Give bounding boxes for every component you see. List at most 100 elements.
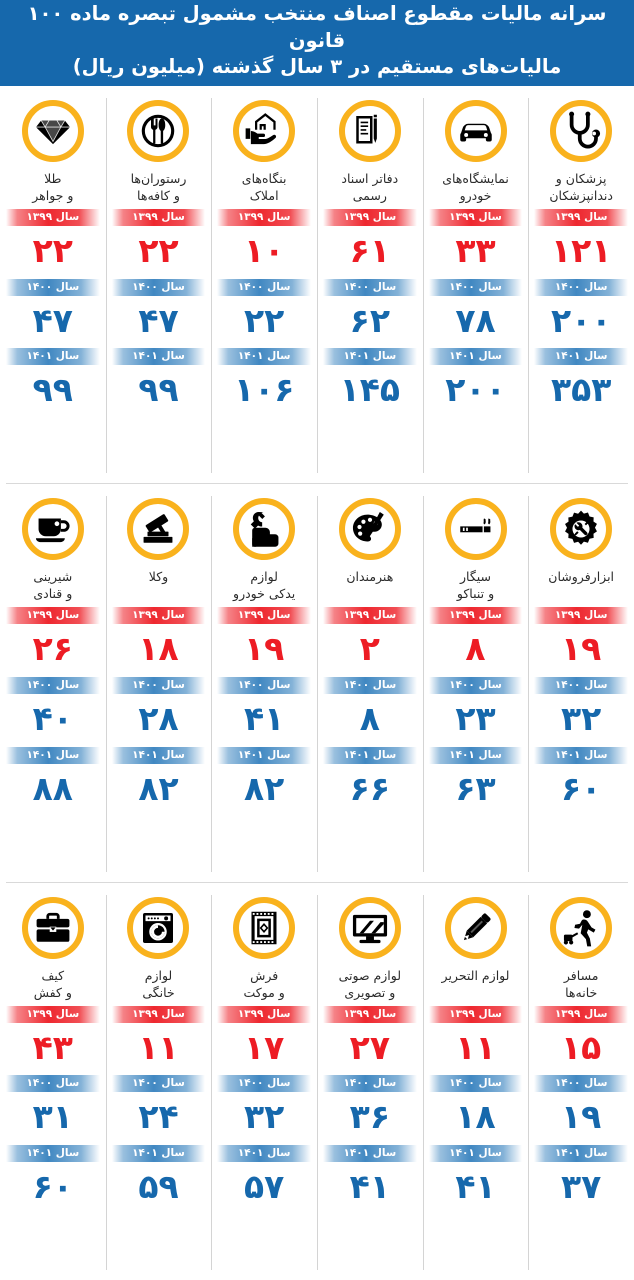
card-row: ابزارفروشان سال ۱۳۹۹ ۱۹ سال ۱۴۰۰ ۳۲ سال ۱۴۰۱ ۶… [0, 484, 634, 881]
stat-1400: سال ۱۴۰۰ ۴۰ [3, 675, 103, 745]
value-1399: ۱۱ [455, 1027, 496, 1067]
value-1400: ۳۲ [244, 1097, 285, 1137]
year-badge-1399: سال ۱۳۹۹ [111, 607, 206, 625]
category-card[interactable]: سیگار و تنباکو سال ۱۳۹۹ ۸ سال ۱۴۰۰ ۲۳ سال ۱۴۰… [422, 492, 529, 877]
value-1399: ۱۵ [561, 1027, 602, 1067]
year-badge-1401: سال ۱۴۰۱ [217, 348, 311, 366]
category-card[interactable]: مسافر خانه‌ها سال ۱۳۹۹ ۱۵ سال ۱۴۰۰ ۱۹ سال ۱۴۰… [528, 891, 634, 1276]
year-badge-1400: سال ۱۴۰۰ [111, 1075, 206, 1093]
year-badge-1401: سال ۱۴۰۱ [111, 348, 206, 366]
year-badge-1400: سال ۱۴۰۰ [5, 676, 100, 694]
year-badge-1400: سال ۱۴۰۰ [322, 1075, 417, 1093]
category-card[interactable]: لوازم صوتی و تصویری سال ۱۳۹۹ ۲۷ سال ۱۴۰۰ ۳۶ س… [316, 891, 423, 1276]
category-label: هنرمندان [346, 569, 394, 585]
stat-1399: سال ۱۳۹۹ ۲۲ [3, 207, 103, 277]
year-badge-1401: سال ۱۴۰۱ [217, 746, 311, 764]
year-badge-1401: سال ۱۴۰۱ [322, 746, 417, 764]
category-card[interactable]: دفاتر اسناد رسمی سال ۱۳۹۹ ۶۱ سال ۱۴۰۰ ۶۲ سال … [316, 94, 423, 479]
stat-1401: سال ۱۴۰۱ ۶۰ [3, 1143, 103, 1213]
header-banner: سرانه مالیات مقطوع اصناف منتخب مشمول تبص… [0, 0, 634, 86]
category-card[interactable]: هنرمندان سال ۱۳۹۹ ۲ سال ۱۴۰۰ ۸ سال ۱۴۰۱ ۶۶ [316, 492, 423, 877]
stat-1399: سال ۱۳۹۹ ۲ [320, 605, 420, 675]
category-card[interactable]: طلا و جواهر سال ۱۳۹۹ ۲۲ سال ۱۴۰۰ ۴۷ سال ۱۴۰۱ ۹… [0, 94, 106, 479]
year-badge-1399: سال ۱۳۹۹ [217, 209, 311, 226]
card-row: پزشکان و دندانپزشکان سال ۱۳۹۹ ۱۲۱ سال ۱۴۰۰ ۲… [0, 86, 634, 483]
value-1399: ۲۷ [349, 1027, 391, 1067]
value-1400: ۱۸ [455, 1097, 496, 1137]
value-1399: ۴۳ [32, 1027, 74, 1067]
stat-1401: سال ۱۴۰۱ ۶۳ [426, 745, 526, 815]
year-badge-1401: سال ۱۴۰۱ [111, 746, 206, 764]
stat-1401: سال ۱۴۰۱ ۹۹ [109, 346, 209, 416]
value-1401: ۱۰۶ [233, 370, 295, 410]
gear-tools-icon [550, 498, 613, 561]
stat-1399: سال ۱۳۹۹ ۸ [426, 605, 526, 675]
stat-1401: سال ۱۴۰۱ ۶۰ [531, 745, 631, 815]
stat-1400: سال ۱۴۰۰ ۲۳ [426, 675, 526, 745]
stat-1401: سال ۱۴۰۱ ۸۸ [3, 745, 103, 815]
category-card[interactable]: لوازم التحریر سال ۱۳۹۹ ۱۱ سال ۱۴۰۰ ۱۸ سال ۱۴۰… [422, 891, 529, 1276]
cutlery-icon [127, 100, 190, 162]
year-badge-1401: سال ۱۴۰۱ [322, 348, 417, 366]
category-card[interactable]: لوازم خانگی سال ۱۳۹۹ ۱۱ سال ۱۴۰۰ ۲۴ سال ۱۴۰۱ ۵… [105, 891, 212, 1276]
traveler-icon [550, 896, 613, 959]
year-badge-1401: سال ۱۴۰۱ [5, 1144, 100, 1162]
wrench-hand-icon [233, 498, 296, 561]
stat-1399: سال ۱۳۹۹ ۴۳ [3, 1004, 103, 1074]
year-badge-1400: سال ۱۴۰۰ [534, 1075, 629, 1093]
category-card[interactable]: لوازم یدکی خودرو سال ۱۳۹۹ ۱۹ سال ۱۴۰۰ ۴۱ سال … [211, 492, 317, 877]
value-1399: ۲۲ [32, 231, 74, 270]
category-card[interactable]: رستوران‌ها و کافه‌ها سال ۱۳۹۹ ۲۲ سال ۱۴۰۰ ۴۷… [105, 94, 212, 479]
category-card[interactable]: نمایشگاه‌های خودرو سال ۱۳۹۹ ۳۳ سال ۱۴۰۰ ۷۸ سا… [422, 94, 529, 479]
value-1401: ۸۲ [138, 768, 179, 808]
stat-1401: سال ۱۴۰۱ ۲۰۰ [426, 346, 526, 416]
value-1400: ۴۷ [138, 300, 179, 340]
category-card[interactable]: فرش و موکت سال ۱۳۹۹ ۱۷ سال ۱۴۰۰ ۳۲ سال ۱۴۰۱ ۵۷ [211, 891, 317, 1276]
category-card[interactable]: وکلا سال ۱۳۹۹ ۱۸ سال ۱۴۰۰ ۲۸ سال ۱۴۰۱ ۸۲ [105, 492, 212, 877]
value-1399: ۱۲۱ [550, 231, 612, 270]
stat-1400: سال ۱۴۰۰ ۳۲ [214, 1073, 314, 1143]
year-badge-1400: سال ۱۴۰۰ [111, 676, 206, 694]
category-card[interactable]: شیرینی و قنادی سال ۱۳۹۹ ۲۶ سال ۱۴۰۰ ۴۰ سال ۱۴… [0, 492, 106, 877]
stat-1401: سال ۱۴۰۱ ۸۲ [109, 745, 209, 815]
stat-1399: سال ۱۳۹۹ ۱۵ [531, 1004, 631, 1074]
category-label: کیف و کفش [33, 967, 72, 1000]
category-label: دفاتر اسناد رسمی [341, 171, 399, 203]
briefcase-icon [21, 896, 84, 959]
year-badge-1400: سال ۱۴۰۰ [534, 676, 629, 694]
value-1400: ۴۱ [244, 698, 285, 738]
category-card[interactable]: بنگاه‌های املاک سال ۱۳۹۹ ۱۰ سال ۱۴۰۰ ۲۲ سال ۱… [211, 94, 317, 479]
year-badge-1400: سال ۱۴۰۰ [428, 1075, 523, 1093]
category-card[interactable]: پزشکان و دندانپزشکان سال ۱۳۹۹ ۱۲۱ سال ۱۴۰۰ ۲… [528, 94, 634, 479]
year-badge-1400: سال ۱۴۰۰ [534, 278, 629, 296]
value-1401: ۵۹ [138, 1166, 179, 1206]
category-card[interactable]: کیف و کفش سال ۱۳۹۹ ۴۳ سال ۱۴۰۰ ۳۱ سال ۱۴۰۱ ۶۰ [0, 891, 106, 1276]
category-label: بنگاه‌های املاک [241, 171, 287, 203]
house-hand-icon [233, 100, 296, 162]
value-1400: ۲۸ [138, 698, 179, 738]
stat-1400: سال ۱۴۰۰ ۴۷ [3, 277, 103, 347]
year-badge-1399: سال ۱۳۹۹ [428, 607, 523, 625]
stat-1399: سال ۱۳۹۹ ۲۲ [109, 207, 209, 277]
stat-1399: سال ۱۳۹۹ ۲۶ [3, 605, 103, 675]
year-badge-1399: سال ۱۳۹۹ [322, 1005, 417, 1023]
coffee-cup-icon [21, 498, 84, 561]
year-badge-1399: سال ۱۳۹۹ [5, 607, 100, 625]
year-badge-1401: سال ۱۴۰۱ [428, 1144, 523, 1162]
stat-1399: سال ۱۳۹۹ ۱۰ [214, 207, 314, 277]
value-1401: ۶۰ [32, 1166, 74, 1206]
stat-1401: سال ۱۴۰۱ ۵۹ [109, 1143, 209, 1213]
stat-1401: سال ۱۴۰۱ ۴۱ [426, 1143, 526, 1213]
infographic-page: سرانه مالیات مقطوع اصناف منتخب مشمول تبص… [0, 0, 634, 1280]
year-badge-1399: سال ۱۳۹۹ [534, 607, 629, 625]
car-icon [444, 100, 507, 162]
year-badge-1399: سال ۱۳۹۹ [322, 607, 417, 625]
category-label: وکلا [148, 569, 169, 585]
category-label: لوازم یدکی خودرو [233, 569, 296, 602]
stat-1400: سال ۱۴۰۰ ۴۷ [109, 277, 209, 347]
value-1399: ۱۷ [244, 1027, 285, 1067]
value-1401: ۵۷ [244, 1166, 285, 1206]
year-badge-1399: سال ۱۳۹۹ [111, 209, 206, 226]
category-label: سیگار و تنباکو [456, 569, 495, 602]
category-card[interactable]: ابزارفروشان سال ۱۳۹۹ ۱۹ سال ۱۴۰۰ ۳۲ سال ۱۴۰۱ ۶… [528, 492, 634, 877]
